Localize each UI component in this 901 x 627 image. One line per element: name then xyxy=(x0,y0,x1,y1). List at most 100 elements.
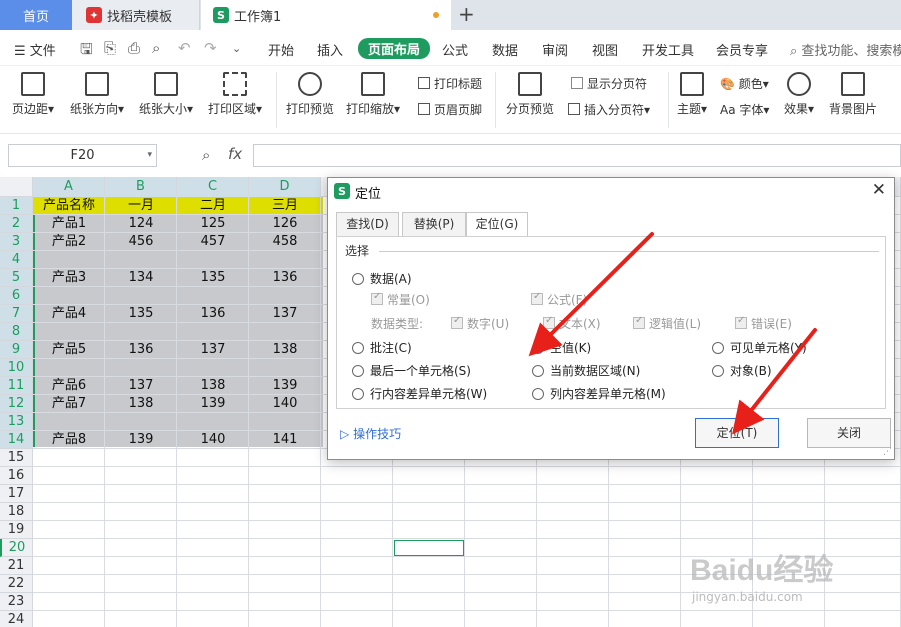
radio-col-diff[interactable]: 列内容差异单元格(M) xyxy=(532,385,666,402)
column-header-b[interactable]: B xyxy=(105,177,177,197)
page-break-preview-button[interactable]: 分页预览 xyxy=(506,72,554,117)
header-cell[interactable]: 三月 xyxy=(249,197,321,215)
menu-view[interactable]: 视图 xyxy=(592,40,618,59)
product-name-cell[interactable]: 产品8 xyxy=(33,431,105,449)
menu-insert[interactable]: 插入 xyxy=(317,40,343,59)
value-cell[interactable]: 141 xyxy=(249,431,321,449)
radio-comment[interactable]: 批注(C) xyxy=(352,339,412,356)
menu-page-layout[interactable]: 页面布局 xyxy=(358,38,431,59)
value-cell[interactable]: 136 xyxy=(249,269,321,287)
menu-member[interactable]: 会员专享 xyxy=(716,40,768,59)
product-name-cell[interactable]: 产品6 xyxy=(33,377,105,395)
print-title-button[interactable]: 打印标题 xyxy=(418,75,482,92)
formula-input[interactable] xyxy=(253,144,901,167)
theme-button[interactable]: 主题▾ xyxy=(677,72,707,117)
value-cell[interactable]: 139 xyxy=(105,431,177,449)
row-header-6[interactable]: 6 xyxy=(0,287,32,305)
column-header-d[interactable]: D xyxy=(249,177,321,197)
value-cell[interactable]: 137 xyxy=(177,341,249,359)
insert-page-break-button[interactable]: 插入分页符▾ xyxy=(568,101,650,118)
row-header-1[interactable]: 1 xyxy=(0,197,32,215)
tips-link[interactable]: ▷ 操作技巧 xyxy=(340,425,401,442)
header-cell[interactable]: 产品名称 xyxy=(33,197,105,215)
print-preview-button[interactable]: 打印预览 xyxy=(286,72,334,117)
row-header-7[interactable]: 7 xyxy=(0,305,32,323)
value-cell[interactable]: 135 xyxy=(177,269,249,287)
row-header-2[interactable]: 2 xyxy=(0,215,32,233)
radio-blank[interactable]: 空值(K) xyxy=(532,339,591,356)
add-tab-button[interactable]: + xyxy=(458,2,475,26)
paper-size-button[interactable]: 纸张大小▾ xyxy=(139,72,193,117)
font-button[interactable]: Aa 字体▾ xyxy=(720,101,769,118)
tab-workbook[interactable]: S 工作簿1 xyxy=(201,0,451,30)
value-cell[interactable]: 139 xyxy=(177,395,249,413)
value-cell[interactable]: 456 xyxy=(105,233,177,251)
customize-chevron-icon[interactable]: ⌄ xyxy=(232,42,241,55)
close-icon[interactable]: ✕ xyxy=(872,180,886,200)
row-header-15[interactable]: 15 xyxy=(0,449,32,467)
row-header-18[interactable]: 18 xyxy=(0,503,32,521)
row-header-8[interactable]: 8 xyxy=(0,323,32,341)
product-name-cell[interactable]: 产品7 xyxy=(33,395,105,413)
value-cell[interactable]: 140 xyxy=(249,395,321,413)
background-button[interactable]: 背景图片 xyxy=(829,72,877,117)
value-cell[interactable]: 458 xyxy=(249,233,321,251)
tab-replace[interactable]: 替换(P) xyxy=(402,212,466,236)
value-cell[interactable]: 138 xyxy=(177,377,249,395)
margin-button[interactable]: 页边距▾ xyxy=(12,72,54,117)
print-area-button[interactable]: 打印区域▾ xyxy=(208,72,262,117)
row-header-9[interactable]: 9 xyxy=(0,341,32,359)
menu-developer[interactable]: 开发工具 xyxy=(642,40,694,59)
tab-home[interactable]: 首页 xyxy=(0,0,72,30)
radio-row-diff[interactable]: 行内容差异单元格(W) xyxy=(352,385,487,402)
close-button[interactable]: 关闭 xyxy=(807,418,891,448)
product-name-cell[interactable]: 产品2 xyxy=(33,233,105,251)
row-header-11[interactable]: 11 xyxy=(0,377,32,395)
fx-icon[interactable]: fx xyxy=(228,145,242,163)
header-cell[interactable]: 一月 xyxy=(105,197,177,215)
header-cell[interactable]: 二月 xyxy=(177,197,249,215)
value-cell[interactable]: 136 xyxy=(105,341,177,359)
file-menu[interactable]: ☰ 文件 xyxy=(14,40,56,59)
row-header-3[interactable]: 3 xyxy=(0,233,32,251)
value-cell[interactable]: 140 xyxy=(177,431,249,449)
effect-button[interactable]: 效果▾ xyxy=(784,72,814,117)
menu-data[interactable]: 数据 xyxy=(492,40,518,59)
orientation-button[interactable]: 纸张方向▾ xyxy=(70,72,124,117)
show-page-break-checkbox[interactable]: 显示分页符 xyxy=(571,75,647,92)
value-cell[interactable]: 139 xyxy=(249,377,321,395)
search-box[interactable]: ⌕ 查找功能、搜索模板 xyxy=(790,40,901,59)
product-name-cell[interactable]: 产品1 xyxy=(33,215,105,233)
locate-button[interactable]: 定位(T) xyxy=(695,418,779,448)
print-scale-button[interactable]: 打印缩放▾ xyxy=(346,72,400,117)
radio-visible[interactable]: 可见单元格(Y) xyxy=(712,339,807,356)
export-icon[interactable]: ⎘ xyxy=(104,39,116,57)
header-footer-button[interactable]: 页眉页脚 xyxy=(418,101,482,118)
value-cell[interactable]: 125 xyxy=(177,215,249,233)
menu-formula[interactable]: 公式 xyxy=(442,40,468,59)
row-header-24[interactable]: 24 xyxy=(0,611,32,627)
value-cell[interactable]: 134 xyxy=(105,269,177,287)
row-header-23[interactable]: 23 xyxy=(0,593,32,611)
menu-home[interactable]: 开始 xyxy=(268,40,294,59)
undo-icon[interactable]: ↶ xyxy=(178,39,191,57)
value-cell[interactable]: 136 xyxy=(177,305,249,323)
value-cell[interactable]: 138 xyxy=(249,341,321,359)
preview-icon[interactable]: ⌕ xyxy=(152,39,160,57)
radio-data[interactable]: 数据(A) xyxy=(352,270,412,287)
value-cell[interactable]: 138 xyxy=(105,395,177,413)
column-header-a[interactable]: A xyxy=(33,177,105,197)
zoom-icon[interactable]: ⌕ xyxy=(202,146,210,164)
select-all-corner[interactable] xyxy=(0,177,33,197)
value-cell[interactable]: 137 xyxy=(105,377,177,395)
name-box[interactable]: F20 ▾ xyxy=(8,144,157,167)
product-name-cell[interactable]: 产品3 xyxy=(33,269,105,287)
tab-find[interactable]: 查找(D) xyxy=(336,212,399,236)
row-header-20[interactable]: 20 xyxy=(0,539,32,557)
product-name-cell[interactable]: 产品4 xyxy=(33,305,105,323)
row-header-14[interactable]: 14 xyxy=(0,431,32,449)
value-cell[interactable]: 124 xyxy=(105,215,177,233)
row-header-13[interactable]: 13 xyxy=(0,413,32,431)
value-cell[interactable]: 135 xyxy=(105,305,177,323)
tab-goto[interactable]: 定位(G) xyxy=(466,212,528,238)
